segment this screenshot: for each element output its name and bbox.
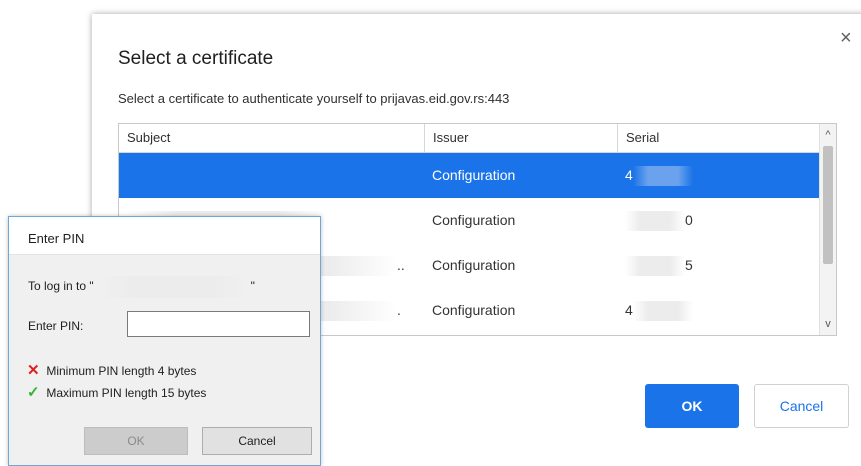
dialog-subtitle: Select a certificate to authenticate you… bbox=[118, 91, 510, 106]
pin-ok-button[interactable]: OK bbox=[84, 427, 188, 455]
scrollbar-thumb[interactable] bbox=[823, 146, 833, 264]
redacted-serial bbox=[632, 166, 693, 187]
min-length-rule: ✕ Minimum PIN length 4 bytes bbox=[27, 361, 196, 379]
close-icon[interactable]: × bbox=[840, 28, 852, 48]
column-header-serial[interactable]: Serial bbox=[617, 124, 819, 152]
chevron-down-icon[interactable]: v bbox=[820, 315, 836, 333]
cell-issuer: Configuration bbox=[432, 212, 516, 228]
redacted-serial bbox=[625, 256, 685, 277]
column-header-issuer[interactable]: Issuer bbox=[424, 124, 617, 152]
pin-label: Enter PIN: bbox=[28, 319, 84, 333]
max-length-rule: ✓ Maximum PIN length 15 bytes bbox=[27, 383, 206, 401]
pin-cancel-button[interactable]: Cancel bbox=[202, 427, 312, 455]
pin-dialog-titlebar: Enter PIN bbox=[9, 217, 320, 255]
login-target-text: To log in to " " bbox=[28, 276, 255, 298]
redacted-serial bbox=[625, 211, 685, 232]
cell-serial: 0 bbox=[625, 198, 815, 243]
chevron-up-icon[interactable]: ^ bbox=[820, 126, 836, 144]
table-header: Subject Issuer Serial bbox=[119, 124, 819, 153]
rule-text: Maximum PIN length 15 bytes bbox=[46, 386, 207, 400]
table-row[interactable]: Configuration 4 bbox=[119, 153, 819, 198]
cell-issuer: Configuration bbox=[432, 257, 516, 273]
pin-dialog-title: Enter PIN bbox=[28, 231, 85, 246]
x-icon: ✕ bbox=[27, 362, 40, 379]
cell-issuer: Configuration bbox=[432, 167, 516, 183]
cell-serial: 5 bbox=[625, 243, 815, 288]
redacted-login-target bbox=[96, 276, 249, 298]
dialog-title: Select a certificate bbox=[118, 48, 274, 69]
table-scrollbar[interactable]: ^ v bbox=[819, 124, 836, 335]
ok-button[interactable]: OK bbox=[645, 384, 739, 428]
login-suffix: " bbox=[250, 279, 255, 294]
rule-text: Minimum PIN length 4 bytes bbox=[46, 364, 197, 378]
enter-pin-dialog: Enter PIN To log in to " " Enter PIN: ✕ M… bbox=[8, 216, 321, 466]
cell-serial: 4 bbox=[625, 288, 815, 333]
checkmark-icon: ✓ bbox=[27, 384, 40, 401]
cell-subject bbox=[127, 153, 417, 198]
cell-serial: 4 bbox=[625, 153, 815, 198]
column-header-subject[interactable]: Subject bbox=[119, 124, 424, 152]
pin-input[interactable] bbox=[127, 311, 310, 337]
login-prefix: To log in to " bbox=[28, 279, 94, 294]
cancel-button[interactable]: Cancel bbox=[754, 384, 849, 428]
redacted-serial bbox=[632, 301, 693, 322]
cell-issuer: Configuration bbox=[432, 302, 516, 318]
